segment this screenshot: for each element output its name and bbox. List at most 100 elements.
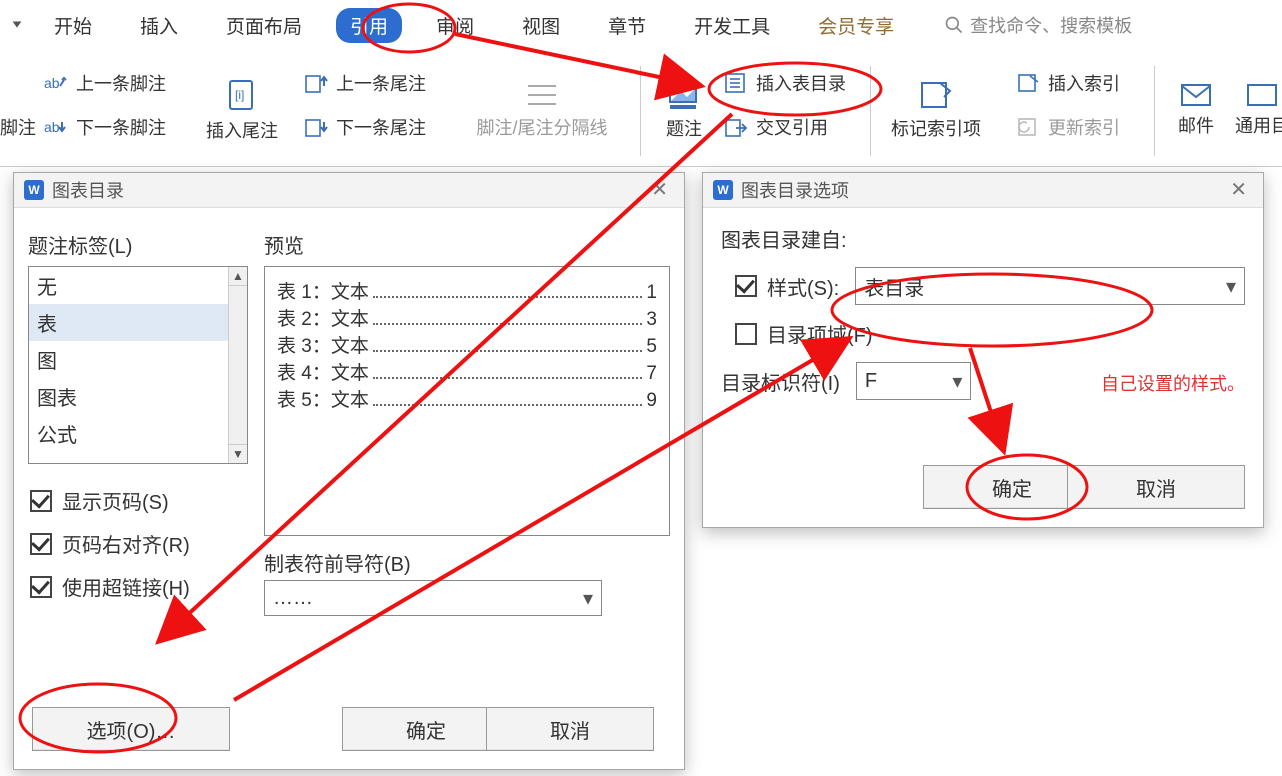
menu-member[interactable]: 会员专享	[804, 8, 908, 43]
chevron-down-icon: ▾	[1226, 274, 1236, 299]
app-menubar: 开始 插入 页面布局 引用 审阅 视图 章节 开发工具 会员专享 查找命令、搜索…	[0, 0, 1282, 50]
prev-endnote-button[interactable]: 上一条尾注	[304, 70, 426, 96]
listbox-scrollbar[interactable]: ▲ ▼	[228, 267, 247, 463]
separator-icon	[524, 80, 560, 110]
footnote-separator-label: 脚注/尾注分隔线	[476, 114, 607, 140]
next-footnote-label: 下一条脚注	[76, 114, 166, 140]
checkbox-style[interactable]: 样式(S):	[735, 272, 839, 301]
options-button[interactable]: 选项(O)…	[32, 707, 230, 751]
menu-layout[interactable]: 页面布局	[212, 8, 316, 43]
dialog2-close-button[interactable]: ✕	[1224, 178, 1253, 202]
preview-row-page: 7	[646, 363, 657, 385]
insert-endnote-button[interactable]: [i] 插入尾注	[206, 64, 278, 156]
checkbox-right-align-label: 页码右对齐(R)	[62, 529, 190, 558]
menu-insert[interactable]: 插入	[126, 8, 192, 43]
scroll-down-icon[interactable]: ▼	[229, 444, 247, 463]
next-endnote-label: 下一条尾注	[336, 114, 426, 140]
list-item[interactable]: 公式	[29, 415, 247, 452]
prev-footnote-button[interactable]: ab 上一条脚注	[44, 70, 166, 96]
preview-row-page: 1	[646, 282, 657, 304]
cancel-button[interactable]: 取消	[1067, 465, 1245, 509]
insert-tof-label: 插入表目录	[756, 70, 846, 96]
identifier-heading: 目录标识符(I)	[721, 367, 840, 396]
checkbox-entry-label: 目录项域(F)	[767, 319, 873, 348]
dialog1-title: 图表目录	[52, 177, 124, 203]
list-item[interactable]: 图	[29, 341, 247, 378]
insert-endnote-label: 插入尾注	[206, 117, 278, 143]
prev-endnote-label: 上一条尾注	[336, 70, 426, 96]
checkbox-use-link-label: 使用超链接(H)	[62, 572, 190, 601]
endnote-next-icon	[304, 116, 328, 138]
general-label: 通用目	[1235, 112, 1282, 138]
menu-devtools[interactable]: 开发工具	[680, 8, 784, 43]
list-item[interactable]: 无	[29, 267, 247, 304]
tab-leader-value: ……	[273, 587, 313, 610]
prev-footnote-label: 上一条脚注	[76, 70, 166, 96]
identifier-value: F	[865, 370, 877, 393]
footnote-tail-label[interactable]: 脚注	[0, 114, 36, 140]
preview-row-page: 5	[646, 336, 657, 358]
update-index-button[interactable]: 更新索引	[1016, 114, 1120, 140]
caption-label-listbox[interactable]: 无 表 图 图表 公式 ▲ ▼	[28, 266, 248, 464]
list-item[interactable]: 图表	[29, 378, 247, 415]
preview-row-label: 表 5：文本	[277, 385, 369, 412]
dialog2-titlebar[interactable]: W 图表目录选项 ✕	[703, 173, 1263, 208]
mark-index-button[interactable]: 标记索引项	[884, 64, 988, 156]
menu-home[interactable]: 开始	[40, 8, 106, 43]
mark-index-icon	[918, 79, 954, 111]
update-index-icon	[1016, 116, 1040, 138]
endnote-prev-icon	[304, 72, 328, 94]
checkbox-right-align[interactable]: 页码右对齐(R)	[30, 529, 190, 558]
next-endnote-button[interactable]: 下一条尾注	[304, 114, 426, 140]
checkbox-show-page[interactable]: 显示页码(S)	[30, 486, 190, 515]
general-icon	[1245, 82, 1279, 108]
build-from-heading: 图表目录建自:	[721, 224, 1245, 253]
checkbox-icon	[735, 323, 757, 345]
preview-row-label: 表 1：文本	[277, 277, 369, 304]
insert-tof-button[interactable]: 插入表目录	[724, 70, 846, 96]
next-footnote-button[interactable]: ab 下一条脚注	[44, 114, 166, 140]
dialog-tof-options: W 图表目录选项 ✕ 图表目录建自: 样式(S): 表目录 ▾ 目录项域(F) …	[702, 172, 1264, 528]
list-item[interactable]: 表	[29, 304, 247, 341]
scroll-up-icon[interactable]: ▲	[229, 267, 247, 286]
mail-label: 邮件	[1178, 112, 1214, 138]
ribbon: ab 上一条脚注 脚注 ab 下一条脚注 [i] 插入尾注 上一条尾注 下一条尾…	[0, 56, 1282, 167]
caption-button[interactable]: 题注	[654, 64, 714, 156]
cancel-button[interactable]: 取消	[486, 707, 654, 751]
checkbox-style-label: 样式(S):	[767, 272, 839, 301]
preview-row-page: 3	[646, 309, 657, 331]
style-select[interactable]: 表目录 ▾	[855, 267, 1245, 305]
general-button[interactable]: 通用目	[1236, 64, 1282, 156]
command-search-placeholder: 查找命令、搜索模板	[970, 12, 1132, 38]
svg-text:ab: ab	[44, 119, 60, 135]
menu-review[interactable]: 审阅	[422, 8, 488, 43]
command-search[interactable]: 查找命令、搜索模板	[944, 12, 1132, 38]
footnote-next-icon: ab	[44, 116, 68, 138]
checkbox-use-link[interactable]: 使用超链接(H)	[30, 572, 190, 601]
dropdown-caret-icon[interactable]	[10, 18, 24, 32]
menu-view[interactable]: 视图	[508, 8, 574, 43]
insert-index-button[interactable]: 插入索引	[1016, 70, 1120, 96]
identifier-select[interactable]: F ▾	[856, 362, 972, 400]
app-icon: W	[713, 180, 733, 200]
ok-button[interactable]: 确定	[342, 707, 510, 751]
caption-icon	[667, 79, 701, 111]
checkbox-icon	[735, 275, 757, 297]
menu-references[interactable]: 引用	[336, 8, 402, 43]
cross-ref-button[interactable]: 交叉引用	[724, 114, 828, 140]
mail-button[interactable]: 邮件	[1168, 64, 1224, 156]
footnote-separator-button[interactable]: 脚注/尾注分隔线	[462, 64, 622, 156]
preview-row-label: 表 4：文本	[277, 358, 369, 385]
cross-ref-icon	[724, 116, 748, 138]
footnote-tail-text: 脚注	[0, 114, 36, 140]
checkbox-icon	[30, 533, 52, 555]
tab-leader-select[interactable]: …… ▾	[264, 580, 602, 616]
red-annotation-text: 自己设置的样式。	[1101, 370, 1245, 396]
checkbox-entry-field[interactable]: 目录项域(F)	[735, 319, 873, 348]
dialog1-titlebar[interactable]: W 图表目录 ✕	[14, 173, 684, 208]
checkbox-icon	[30, 490, 52, 512]
menu-sections[interactable]: 章节	[594, 8, 660, 43]
caption-label: 题注	[666, 115, 702, 141]
insert-index-label: 插入索引	[1048, 70, 1120, 96]
dialog1-close-button[interactable]: ✕	[645, 178, 674, 202]
